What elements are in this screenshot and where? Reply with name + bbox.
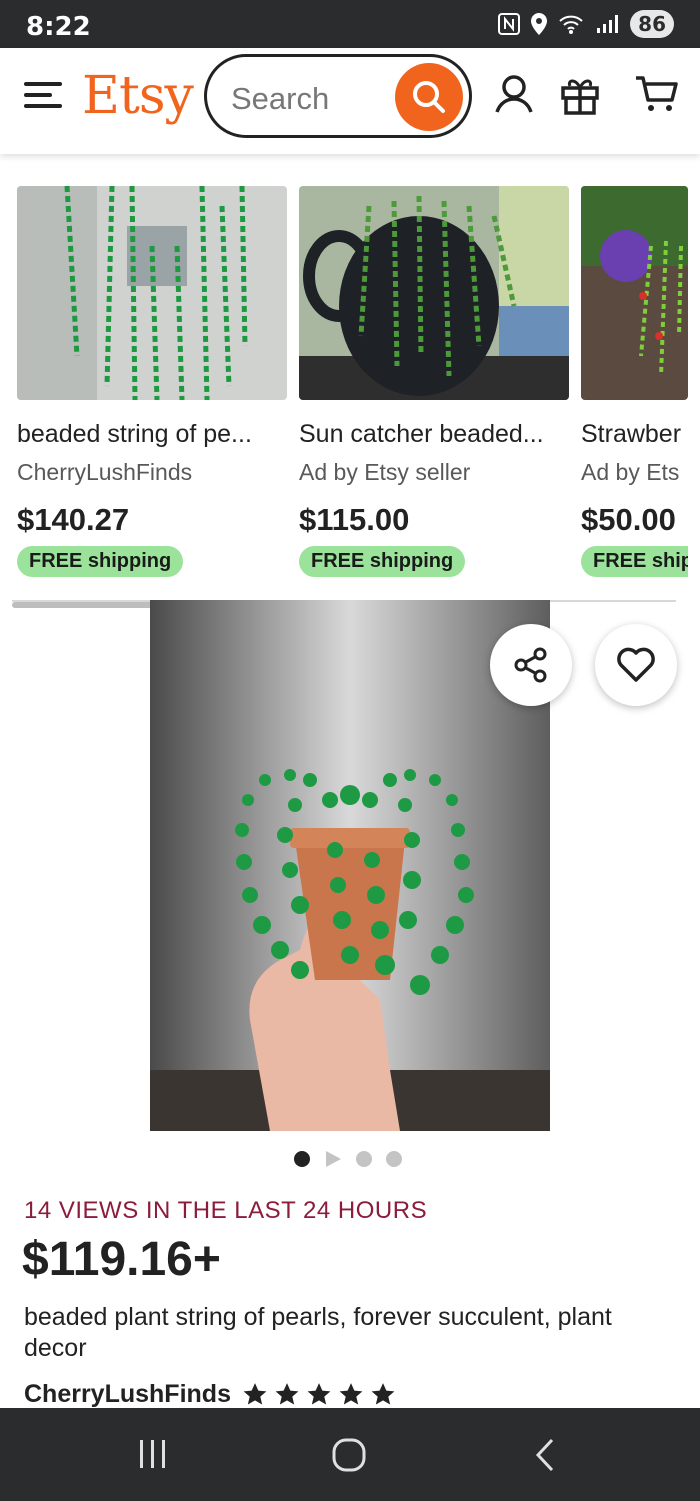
- signal-icon: [597, 15, 619, 33]
- listing-title: beaded plant string of pearls, forever s…: [24, 1303, 612, 1362]
- product-price: $50.00: [581, 502, 676, 537]
- heart-icon: [617, 647, 655, 682]
- product-title[interactable]: beaded string of pe...: [17, 420, 287, 449]
- status-bar: 8:22 86: [0, 0, 700, 48]
- recommended-card[interactable]: Strawber Ad by Ets $50.00 FREE ship: [581, 186, 688, 577]
- pagination-dot[interactable]: [294, 1151, 310, 1167]
- recommended-card[interactable]: Sun catcher beaded... Ad by Etsy seller …: [299, 186, 569, 577]
- share-button[interactable]: [490, 624, 572, 706]
- favorite-button[interactable]: [595, 624, 677, 706]
- menu-icon[interactable]: [24, 80, 62, 110]
- account-icon[interactable]: [492, 72, 536, 116]
- star-icon: [307, 1382, 331, 1405]
- video-play-icon[interactable]: [324, 1150, 342, 1168]
- free-shipping-badge: FREE shipping: [299, 546, 466, 577]
- product-image[interactable]: [581, 186, 688, 400]
- image-pagination[interactable]: [294, 1150, 402, 1168]
- listing-image[interactable]: [150, 600, 550, 1131]
- wifi-icon: [559, 15, 583, 34]
- shop-row[interactable]: CherryLushFinds: [24, 1380, 397, 1409]
- recommended-card[interactable]: beaded string of pe... CherryLushFinds $…: [17, 186, 287, 577]
- pagination-dot[interactable]: [356, 1151, 372, 1167]
- recent-apps-icon[interactable]: [138, 1438, 168, 1470]
- views-notice: 14 VIEWS IN THE LAST 24 HOURS: [24, 1197, 428, 1224]
- app-header: Etsy Search: [0, 48, 700, 154]
- listing-price: $119.16+: [22, 1233, 221, 1286]
- seller-name: Ad by Etsy seller: [299, 459, 471, 485]
- home-icon[interactable]: [332, 1438, 366, 1472]
- back-icon[interactable]: [534, 1438, 556, 1472]
- free-shipping-badge: FREE ship: [581, 546, 688, 577]
- star-icon: [339, 1382, 363, 1405]
- gift-icon[interactable]: [558, 72, 602, 116]
- product-price: $115.00: [299, 502, 410, 537]
- product-price: $140.27: [17, 502, 130, 537]
- cart-icon[interactable]: [634, 72, 680, 116]
- location-icon: [531, 13, 548, 35]
- search-bar[interactable]: Search: [204, 54, 472, 138]
- seller-name: Ad by Ets: [581, 459, 680, 485]
- product-image[interactable]: [299, 186, 569, 400]
- star-icon: [243, 1382, 267, 1405]
- battery-indicator: 86: [630, 10, 674, 38]
- search-button[interactable]: [395, 63, 463, 131]
- product-title[interactable]: Strawber: [581, 420, 688, 449]
- product-image[interactable]: [17, 186, 287, 400]
- etsy-logo[interactable]: Etsy: [82, 66, 194, 126]
- rating-stars: [241, 1382, 397, 1408]
- pagination-dot[interactable]: [386, 1151, 402, 1167]
- product-title[interactable]: Sun catcher beaded...: [299, 420, 569, 449]
- search-input[interactable]: Search: [231, 81, 329, 117]
- star-icon: [371, 1382, 395, 1405]
- nfc-icon: [498, 13, 521, 35]
- seller-name: CherryLushFinds: [17, 459, 193, 485]
- system-nav-bar: [0, 1408, 700, 1501]
- status-icons: 86: [498, 10, 674, 38]
- star-icon: [275, 1382, 299, 1405]
- share-icon: [514, 647, 547, 683]
- status-time: 8:22: [26, 12, 91, 42]
- shop-name[interactable]: CherryLushFinds: [24, 1380, 231, 1409]
- search-icon: [413, 81, 445, 113]
- free-shipping-badge: FREE shipping: [17, 546, 184, 577]
